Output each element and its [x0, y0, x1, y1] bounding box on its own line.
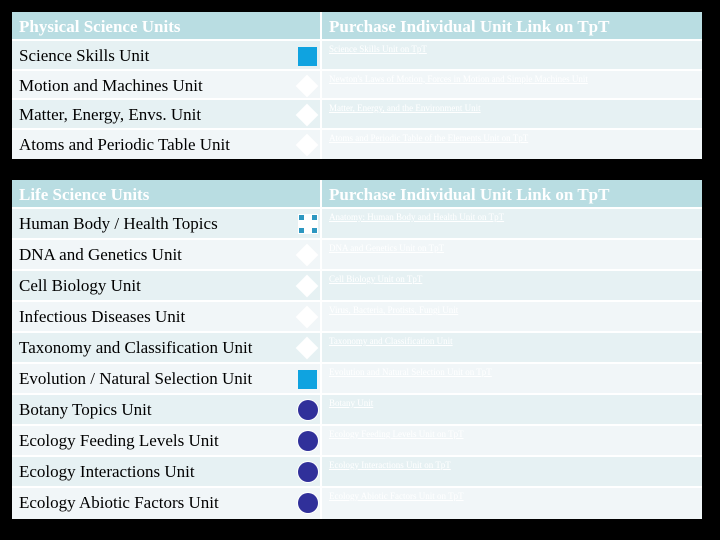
life-science-table: Life Science Units Purchase Individual U…: [12, 180, 702, 519]
table-row: Human Body / Health Topics Anatomy: Human…: [12, 209, 702, 240]
unit-cell: Evolution / Natural Selection Unit: [12, 364, 322, 393]
physical-science-header: Physical Science Units: [12, 12, 322, 39]
tpt-purchase-link[interactable]: Ecology Interactions Unit on TpT: [329, 460, 702, 470]
tpt-purchase-link[interactable]: Evolution and Natural Selection Unit on …: [329, 367, 702, 377]
tpt-purchase-link[interactable]: Newton's Laws of Motion, Forces in Motio…: [329, 74, 702, 84]
unit-cell: Human Body / Health Topics: [12, 209, 322, 238]
unit-label: Infectious Diseases Unit: [19, 307, 186, 326]
unit-cell: Science Skills Unit: [12, 41, 322, 69]
circle-bullet-icon: [298, 400, 318, 420]
table-row: Motion and Machines Unit Newton's Laws of…: [12, 70, 702, 100]
unit-label: Ecology Interactions Unit: [19, 462, 195, 481]
unit-label: Ecology Feeding Levels Unit: [19, 431, 219, 450]
physical-science-header-row: Physical Science Units Purchase Individu…: [12, 12, 702, 41]
unit-cell: Ecology Abiotic Factors Unit: [12, 488, 322, 519]
tpt-purchase-link[interactable]: Anatomy: Human Body and Health Unit on T…: [329, 212, 702, 222]
unit-cell: Cell Biology Unit: [12, 271, 322, 300]
unit-label: Ecology Abiotic Factors Unit: [19, 493, 219, 512]
link-cell: Taxonomy and Classification Unit: [322, 333, 702, 362]
tpt-purchase-link[interactable]: Ecology Abiotic Factors Unit on TpT: [329, 491, 702, 501]
unit-cell: Motion and Machines Unit: [12, 70, 322, 98]
link-cell: Atoms and Periodic Table of the Elements…: [322, 130, 702, 160]
unit-label: DNA and Genetics Unit: [19, 245, 182, 264]
life-science-header-row: Life Science Units Purchase Individual U…: [12, 180, 702, 209]
table-row: Matter, Energy, Envs. Unit Matter, Energy…: [12, 100, 702, 130]
unit-label: Botany Topics Unit: [19, 400, 152, 419]
frame-bullet-icon: [298, 214, 318, 234]
link-cell: DNA and Genetics Unit on TpT: [322, 240, 702, 269]
circle-bullet-icon: [298, 462, 318, 482]
link-cell: Cell Biology Unit on TpT: [322, 271, 702, 300]
unit-label: Human Body / Health Topics: [19, 214, 218, 233]
link-cell: Virus, Bacteria, Protists, Fungi Unit: [322, 302, 702, 331]
square-bullet-icon: [298, 370, 317, 389]
table-row: Ecology Interactions Unit Ecology Interac…: [12, 457, 702, 488]
unit-label: Taxonomy and Classification Unit: [19, 338, 253, 357]
link-cell: Ecology Interactions Unit on TpT: [322, 457, 702, 486]
unit-cell: Ecology Interactions Unit: [12, 457, 322, 486]
table-row: Botany Topics Unit Botany Unit: [12, 395, 702, 426]
unit-label: Science Skills Unit: [19, 46, 150, 65]
link-cell: Science Skills Unit on TpT: [322, 41, 702, 69]
link-cell: Newton's Laws of Motion, Forces in Motio…: [322, 71, 702, 99]
circle-bullet-icon: [298, 431, 318, 451]
tpt-purchase-link[interactable]: Matter, Energy, and the Environment Unit: [329, 103, 702, 113]
unit-label: Atoms and Periodic Table Unit: [19, 134, 230, 154]
physical-science-table: Physical Science Units Purchase Individu…: [12, 12, 702, 159]
unit-cell: Botany Topics Unit: [12, 395, 322, 424]
unit-label: Cell Biology Unit: [19, 276, 141, 295]
link-cell: Ecology Abiotic Factors Unit on TpT: [322, 488, 702, 519]
table-row: Science Skills Unit Science Skills Unit o…: [12, 41, 702, 71]
table-row: DNA and Genetics Unit DNA and Genetics Un…: [12, 240, 702, 271]
unit-cell: Infectious Diseases Unit: [12, 302, 322, 331]
tpt-purchase-link[interactable]: Cell Biology Unit on TpT: [329, 274, 702, 284]
link-cell: Anatomy: Human Body and Health Unit on T…: [322, 209, 702, 238]
unit-label: Evolution / Natural Selection Unit: [19, 369, 253, 388]
tpt-purchase-link[interactable]: Taxonomy and Classification Unit: [329, 336, 702, 346]
table-row: Infectious Diseases Unit Virus, Bacteria,…: [12, 302, 702, 333]
table-row: Cell Biology Unit Cell Biology Unit on Tp…: [12, 271, 702, 302]
tpt-purchase-link[interactable]: Ecology Feeding Levels Unit on TpT: [329, 429, 702, 439]
unit-cell: Taxonomy and Classification Unit: [12, 333, 322, 362]
table-row: Ecology Feeding Levels Unit Ecology Feedi…: [12, 426, 702, 457]
table-row: Atoms and Periodic Table Unit Atoms and P…: [12, 129, 702, 160]
table-row: Taxonomy and Classification Unit Taxonomy…: [12, 333, 702, 364]
link-cell: Matter, Energy, and the Environment Unit: [322, 100, 702, 128]
unit-cell: Atoms and Periodic Table Unit: [12, 129, 322, 159]
unit-cell: Ecology Feeding Levels Unit: [12, 426, 322, 455]
unit-label: Motion and Machines Unit: [19, 75, 203, 95]
tpt-purchase-link[interactable]: Atoms and Periodic Table of the Elements…: [329, 133, 702, 143]
unit-label: Matter, Energy, Envs. Unit: [19, 105, 202, 124]
table-row: Ecology Abiotic Factors Unit Ecology Abio…: [12, 488, 702, 519]
link-cell: Evolution and Natural Selection Unit on …: [322, 364, 702, 393]
square-bullet-icon: [298, 47, 317, 66]
tpt-purchase-link[interactable]: Science Skills Unit on TpT: [329, 44, 702, 54]
tpt-purchase-link[interactable]: Botany Unit: [329, 398, 702, 408]
life-science-header: Life Science Units: [12, 180, 322, 207]
unit-cell: Matter, Energy, Envs. Unit: [12, 100, 322, 128]
unit-cell: DNA and Genetics Unit: [12, 240, 322, 269]
tpt-purchase-link[interactable]: Virus, Bacteria, Protists, Fungi Unit: [329, 305, 702, 315]
purchase-link-header: Purchase Individual Unit Link on TpT: [329, 185, 610, 204]
circle-bullet-icon: [298, 493, 318, 513]
purchase-link-header: Purchase Individual Unit Link on TpT: [329, 17, 610, 36]
tpt-purchase-link[interactable]: DNA and Genetics Unit on TpT: [329, 243, 702, 253]
link-cell: Ecology Feeding Levels Unit on TpT: [322, 426, 702, 455]
link-cell: Botany Unit: [322, 395, 702, 424]
table-row: Evolution / Natural Selection Unit Evolut…: [12, 364, 702, 395]
